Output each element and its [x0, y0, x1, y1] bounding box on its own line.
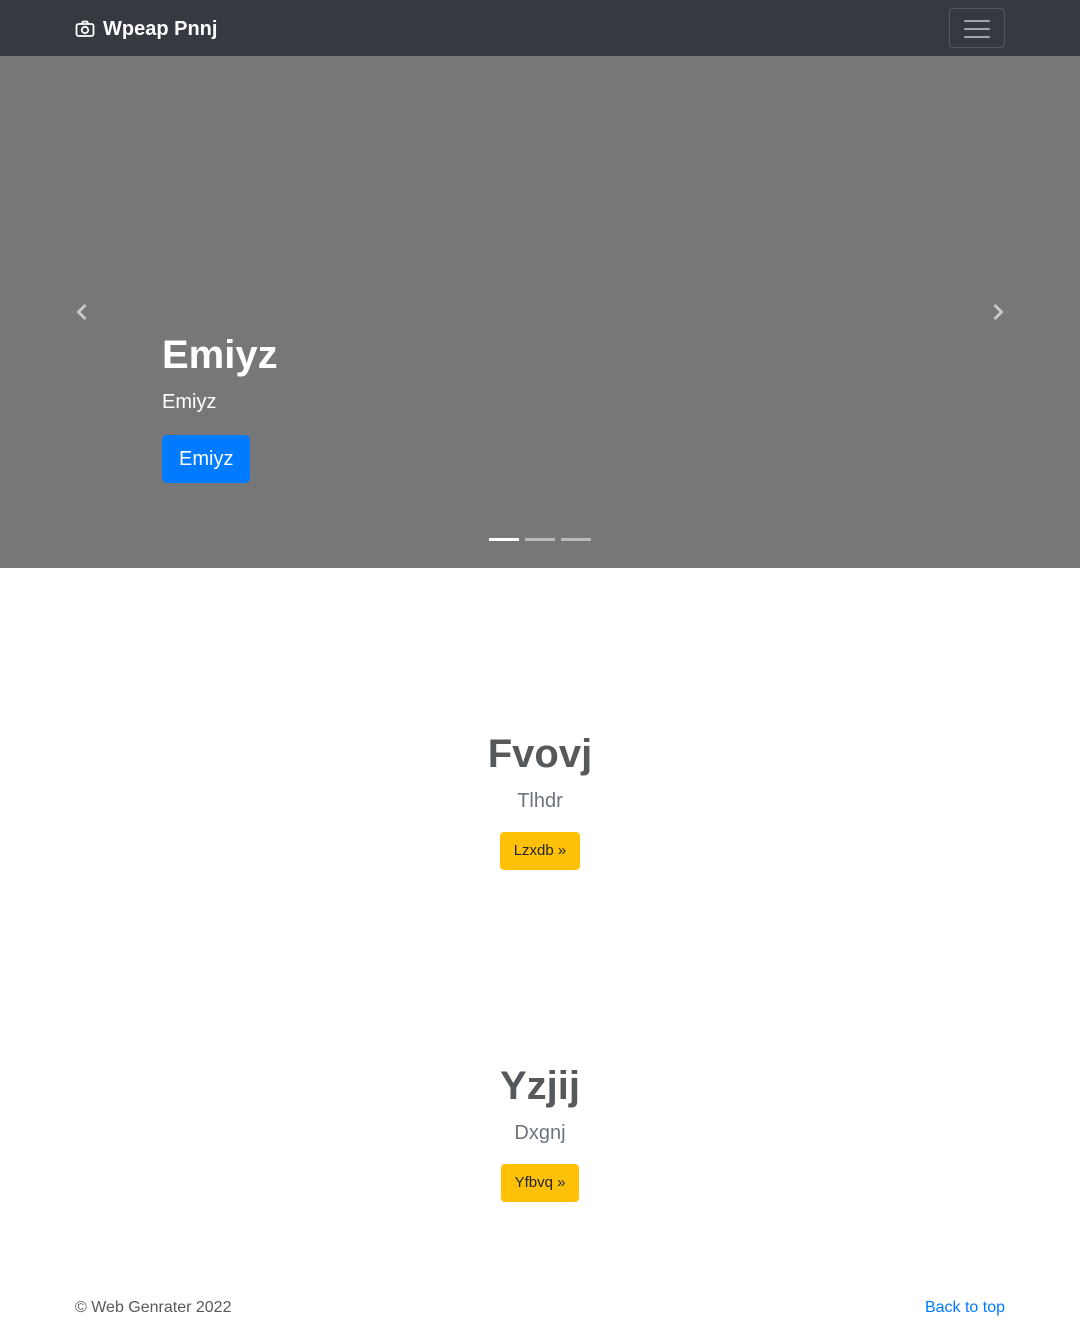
feature-section-2: Yzjij Dxgnj Yfbvq »	[0, 1062, 1080, 1202]
navbar-toggler-button[interactable]	[949, 8, 1005, 48]
navbar: Wpeap Pnnj	[0, 0, 1080, 56]
brand-link[interactable]: Wpeap Pnnj	[75, 16, 217, 42]
back-to-top-link[interactable]: Back to top	[925, 1298, 1005, 1318]
slide-title: Emiyz	[162, 333, 278, 377]
carousel-indicator-3[interactable]	[561, 538, 591, 541]
carousel-indicator-2[interactable]	[525, 538, 555, 541]
feature-button[interactable]: Yfbvq »	[500, 1164, 580, 1202]
carousel-indicator-1[interactable]	[489, 538, 519, 541]
feature-title: Fvovj	[487, 732, 593, 776]
feature-subtitle: Dxgnj	[514, 1122, 566, 1144]
feature-subtitle: Tlhdr	[517, 790, 563, 812]
copyright-text: © Web Genrater 2022	[75, 1299, 232, 1316]
feature-section-1: Fvovj Tlhdr Lzxdb »	[0, 730, 1080, 870]
chevron-left-icon	[76, 303, 87, 321]
slide-text: Emiyz	[162, 391, 217, 413]
camera-icon	[75, 19, 95, 39]
carousel-prev-button[interactable]	[22, 56, 142, 568]
slide-cta-button[interactable]: Emiyz	[162, 435, 251, 483]
hero-carousel: Emiyz Emiyz Emiyz	[0, 56, 1080, 568]
feature-button[interactable]: Lzxdb »	[499, 832, 581, 870]
brand-text: Wpeap Pnnj	[103, 17, 218, 40]
chevron-right-icon	[993, 303, 1004, 321]
carousel-caption: Emiyz Emiyz Emiyz	[162, 331, 278, 483]
feature-title: Yzjij	[499, 1064, 581, 1108]
carousel-next-button[interactable]	[938, 56, 1058, 568]
footer: © Web Genrater 2022 Back to top	[75, 1298, 1005, 1318]
carousel-indicators	[489, 538, 591, 541]
